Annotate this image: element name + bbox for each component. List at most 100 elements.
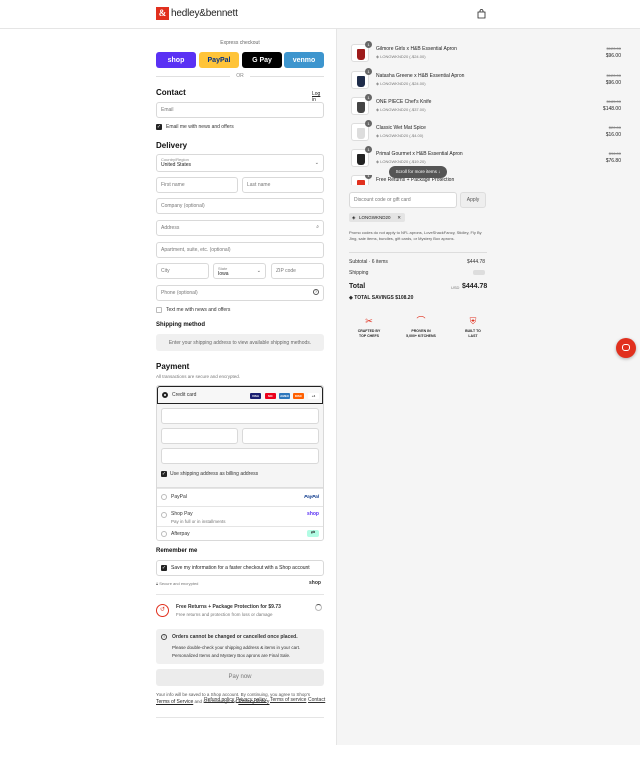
quantity-badge: 1 — [365, 68, 372, 75]
contact-heading: Contact — [156, 88, 186, 97]
credit-card-radio[interactable] — [162, 392, 168, 398]
footer-link[interactable]: Refund policy — [204, 697, 234, 703]
express-shop-button[interactable]: shop — [156, 52, 196, 68]
help-icon[interactable]: ? — [313, 289, 319, 295]
zip-field[interactable]: ZIP code — [271, 263, 324, 279]
card-amex-icon: AMEX — [279, 393, 290, 399]
company-field[interactable]: Company (optional) — [156, 198, 324, 214]
shipping-method-heading: Shipping method — [156, 322, 205, 328]
trust-badge: ⌒ PROVEN IN 5,000+ KITCHENS — [403, 315, 439, 339]
badge-label: BUILT TO LAST — [465, 329, 481, 338]
phone-field[interactable]: Phone (optional) ? — [156, 285, 324, 301]
card-visa-icon: VISA — [250, 393, 261, 399]
footer-link[interactable]: Privacy policy — [236, 697, 267, 703]
apply-button[interactable]: Apply — [460, 192, 486, 208]
chevron-down-icon: ⌄ — [314, 160, 319, 166]
shoppay-label: Shop Pay — [171, 511, 193, 517]
discount-input[interactable]: Discount code or gift card — [349, 192, 457, 208]
quantity-badge: 1 — [365, 120, 372, 127]
footer-link[interactable]: Contact — [308, 697, 325, 703]
product-name: Gilmore Girls x H&B Essential Apron — [376, 46, 457, 52]
email-field[interactable]: Email — [156, 102, 324, 118]
first-name-field[interactable]: First name — [156, 177, 238, 193]
cart-item: 1 Gilmore Girls x H&B Essential Apron ◈ LO… — [351, 41, 621, 66]
state-select[interactable]: State Iowa ⌄ — [213, 263, 266, 279]
discount-code: ◈ LONGWKND20 (-$19.20) — [376, 159, 426, 164]
paypal-option[interactable]: PayPal PayPal — [157, 488, 323, 506]
chat-launcher-button[interactable] — [616, 338, 636, 358]
payment-subtitle: All transactions are secure and encrypte… — [156, 374, 241, 379]
billing-checkbox[interactable]: ✓ — [161, 471, 167, 477]
product-price: $76.80 — [605, 158, 621, 164]
remember-heading: Remember me — [156, 548, 198, 554]
pay-now-button[interactable]: Pay now — [156, 669, 324, 686]
product-name: Primal Gourmet x H&B Essential Apron — [376, 151, 463, 157]
cvc-field[interactable] — [242, 428, 319, 444]
protection-title: Free Returns + Package Protection for $9… — [176, 604, 281, 610]
product-thumbnail — [357, 49, 365, 60]
express-venmo-button[interactable]: venmo — [284, 52, 324, 68]
total-value: $444.78 — [462, 283, 488, 290]
product-thumbnail — [357, 76, 365, 87]
secure-label: 🔒︎ Secure and encrypted — [156, 581, 199, 586]
afterpay-logo-icon: ⇄ — [307, 530, 319, 537]
card-plus4-icon: +4 — [308, 393, 319, 399]
discount-tag[interactable]: ◈ LONGWKND20 ✕ — [349, 213, 405, 222]
name-on-card-field[interactable] — [161, 448, 319, 464]
terms-link[interactable]: Terms of Service — [156, 699, 193, 705]
expiry-field[interactable] — [161, 428, 238, 444]
chat-icon — [622, 344, 630, 351]
last-name-field[interactable]: Last name — [242, 177, 324, 193]
loading-spinner-icon — [315, 604, 322, 611]
divider — [156, 594, 324, 595]
text-news-checkbox[interactable] — [156, 307, 162, 313]
afterpay-option[interactable]: Afterpay ⇄ — [157, 526, 323, 541]
country-value: United States — [161, 162, 192, 168]
subtotal-value: $444.78 — [467, 259, 486, 265]
bag-icon[interactable] — [477, 9, 486, 19]
shoppay-logo: shop — [307, 511, 319, 517]
footer-link[interactable]: Terms of service — [270, 697, 306, 703]
trust-badge: ✂ CRAFTED BY TOP CHEFS — [351, 315, 387, 339]
state-value: Iowa — [218, 271, 229, 277]
brand-name[interactable]: hedley&bennett — [171, 7, 238, 20]
payment-methods: Credit card VISA MC AMEX DISC +4 ✓ Use shipp… — [156, 385, 324, 541]
shop-logo: shop — [309, 580, 321, 586]
address-field[interactable]: Address ⌕ — [156, 220, 324, 236]
card-number-field[interactable] — [161, 408, 319, 424]
credit-card-option[interactable]: Credit card VISA MC AMEX DISC +4 — [157, 386, 323, 404]
save-info-checkbox[interactable]: ✓ — [161, 565, 167, 571]
afterpay-radio[interactable] — [161, 531, 167, 537]
quantity-badge: 1 — [365, 41, 372, 48]
order-summary: 1 Gilmore Girls x H&B Essential Apron ◈ LO… — [336, 29, 640, 745]
billing-label: Use shipping address as billing address — [170, 471, 259, 477]
product-name: ONE PIECE Chef's Knife — [376, 99, 432, 105]
discount-code: LONGWKND20 — [359, 215, 391, 220]
currency: USD — [451, 285, 460, 290]
shipping-placeholder — [473, 270, 485, 275]
country-select[interactable]: Country/Region United States ⌄ — [156, 154, 324, 172]
paypal-radio[interactable] — [161, 494, 167, 500]
card-form: ✓ Use shipping address as billing addres… — [157, 404, 323, 488]
delivery-heading: Delivery — [156, 141, 188, 150]
express-gpay-button[interactable]: G Pay — [242, 52, 282, 68]
shoppay-radio[interactable] — [161, 512, 167, 518]
scroll-hint[interactable]: Scroll for more items ↓ — [389, 166, 447, 178]
express-paypal-button[interactable]: PayPal — [199, 52, 239, 68]
express-title: Express checkout — [220, 40, 260, 46]
email-news-checkbox[interactable]: ✓ — [156, 124, 162, 130]
logo-mark[interactable]: & — [156, 7, 169, 20]
city-field[interactable]: City — [156, 263, 209, 279]
save-info-label: Save my information for a faster checkou… — [171, 565, 310, 571]
info-icon: ! — [161, 634, 167, 640]
badge-label: CRAFTED BY TOP CHEFS — [357, 329, 381, 338]
notice-line2: Personalized Items and Mystery Box apron… — [172, 653, 291, 658]
cart-item: 1 Natasha Greene x H&B Essential Apron ◈ L… — [351, 68, 621, 93]
apartment-field[interactable]: Apartment, suite, etc. (optional) — [156, 242, 324, 258]
shoppay-option[interactable]: Shop Pay Pay in full or in installments … — [157, 506, 323, 526]
promo-note: Promo codes do not apply to NFL aprons, … — [349, 230, 482, 241]
remove-discount-icon[interactable]: ✕ — [397, 213, 401, 222]
product-thumbnail — [357, 128, 365, 139]
discount-code: ◈ LONGWKND20 (-$24.00) — [376, 81, 426, 86]
product-thumbnail — [357, 154, 365, 165]
